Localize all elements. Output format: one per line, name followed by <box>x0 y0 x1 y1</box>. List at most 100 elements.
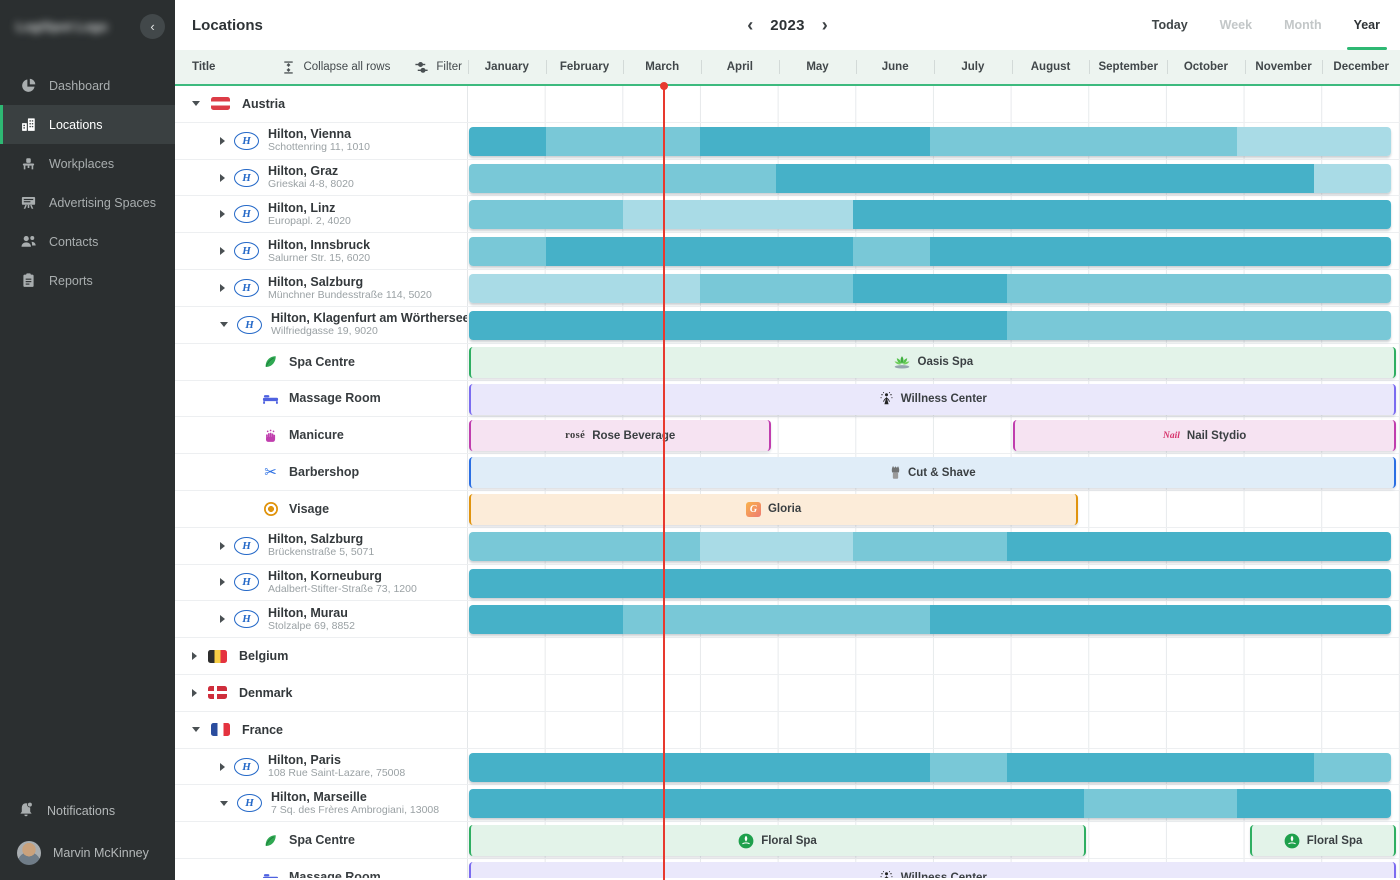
hotel-availability-bar[interactable] <box>469 127 1390 156</box>
expand-toggle-icon[interactable] <box>220 210 225 218</box>
flag-belgium-icon <box>208 650 227 663</box>
booking-bar-willness-center[interactable]: Willness Center <box>469 384 1396 415</box>
row-service-visage[interactable]: VisageGGloria <box>175 491 1400 528</box>
row-service-massage-room[interactable]: Massage RoomWillness Center <box>175 381 1400 418</box>
row-service-spa-centre[interactable]: Spa CentreOasis Spa <box>175 344 1400 381</box>
expand-toggle-icon[interactable] <box>220 615 225 623</box>
expand-toggle-icon[interactable] <box>220 174 225 182</box>
row-country-austria[interactable]: Austria <box>175 86 1400 123</box>
row-title-cell[interactable]: HHilton, InnsbruckSalurner Str. 15, 6020 <box>175 233 468 269</box>
user-menu[interactable]: Marvin McKinney <box>0 832 175 874</box>
row-country-france[interactable]: France <box>175 712 1400 749</box>
collapse-all-rows-button[interactable]: Collapse all rows <box>281 60 390 75</box>
filter-button[interactable]: Filter <box>414 60 462 75</box>
sidebar-item-advertising-spaces[interactable]: Advertising Spaces <box>0 183 175 222</box>
row-service-spa-centre[interactable]: Spa CentreFloral SpaFloral Spa <box>175 822 1400 859</box>
row-title-cell[interactable]: Belgium <box>175 638 468 674</box>
row-title-cell[interactable]: Austria <box>175 86 468 122</box>
sidebar-collapse-button[interactable]: ‹ <box>140 14 165 39</box>
row-title-cell[interactable]: Manicure <box>175 417 468 453</box>
hotel-availability-bar[interactable] <box>469 569 1390 598</box>
row-title-cell[interactable]: ✂Barbershop <box>175 454 468 490</box>
collapse-toggle-icon[interactable] <box>220 801 228 806</box>
row-title-cell[interactable]: Denmark <box>175 675 468 711</box>
row-title-cell[interactable]: HHilton, ViennaSchottenring 11, 1010 <box>175 123 468 159</box>
row-title-cell[interactable]: Massage Room <box>175 381 468 417</box>
hotel-availability-bar[interactable] <box>469 200 1390 229</box>
booking-bar-gloria[interactable]: GGloria <box>469 494 1077 525</box>
row-title-cell[interactable]: Spa Centre <box>175 344 468 380</box>
row-hotel-hilton-innsbruck[interactable]: HHilton, InnsbruckSalurner Str. 15, 6020 <box>175 233 1400 270</box>
row-country-belgium[interactable]: Belgium <box>175 638 1400 675</box>
sidebar-item-dashboard[interactable]: Dashboard <box>0 66 175 105</box>
row-title-cell[interactable]: France <box>175 712 468 748</box>
booking-bar-cut-shave[interactable]: Cut & Shave <box>469 457 1396 488</box>
expand-toggle-icon[interactable] <box>220 247 225 255</box>
expand-toggle-icon[interactable] <box>220 284 225 292</box>
hotel-availability-bar[interactable] <box>469 789 1390 818</box>
row-title-cell[interactable]: HHilton, Paris108 Rue Saint-Lazare, 7500… <box>175 749 468 785</box>
row-title-cell[interactable]: HHilton, Klagenfurt am WörtherseeWilfrie… <box>175 307 468 343</box>
hotel-availability-bar[interactable] <box>469 605 1390 634</box>
tab-today[interactable]: Today <box>1152 0 1188 50</box>
sidebar-item-reports[interactable]: Reports <box>0 261 175 300</box>
tab-month[interactable]: Month <box>1284 0 1321 50</box>
row-hotel-hilton-linz[interactable]: HHilton, LinzEuropapl. 2, 4020 <box>175 196 1400 233</box>
expand-toggle-icon[interactable] <box>192 689 197 697</box>
expand-toggle-icon[interactable] <box>220 763 225 771</box>
row-hotel-hilton-murau[interactable]: HHilton, MurauStolzalpe 69, 8852 <box>175 601 1400 638</box>
notifications-button[interactable]: Notifications <box>0 790 175 832</box>
row-title-cell[interactable]: HHilton, SalzburgBrückenstraße 5, 5071 <box>175 528 468 564</box>
hotel-availability-bar[interactable] <box>469 237 1390 266</box>
sidebar-item-contacts[interactable]: Contacts <box>0 222 175 261</box>
expand-toggle-icon[interactable] <box>220 542 225 550</box>
row-service-barbershop[interactable]: ✂BarbershopCut & Shave <box>175 454 1400 491</box>
row-title-cell[interactable]: HHilton, LinzEuropapl. 2, 4020 <box>175 196 468 232</box>
booking-bar-willness-center[interactable]: Willness Center <box>469 862 1396 878</box>
sidebar-item-workplaces[interactable]: Workplaces <box>0 144 175 183</box>
next-year-button[interactable]: › <box>820 16 830 34</box>
row-hotel-hilton-korneuburg[interactable]: HHilton, KorneuburgAdalbert-Stifter-Stra… <box>175 565 1400 602</box>
row-title-cell[interactable]: Massage Room <box>175 859 468 878</box>
hotel-availability-bar[interactable] <box>469 164 1390 193</box>
hilton-logo-icon: H <box>237 794 262 812</box>
row-hotel-hilton-salzburg[interactable]: HHilton, SalzburgMünchner Bundesstraße 1… <box>175 270 1400 307</box>
row-hotel-hilton-paris[interactable]: HHilton, Paris108 Rue Saint-Lazare, 7500… <box>175 749 1400 786</box>
row-hotel-hilton-marseille[interactable]: HHilton, Marseille7 Sq. des Frères Ambro… <box>175 785 1400 822</box>
row-service-massage-room[interactable]: Massage RoomWillness Center <box>175 859 1400 878</box>
booking-bar-oasis-spa[interactable]: Oasis Spa <box>469 347 1396 378</box>
collapse-toggle-icon[interactable] <box>220 322 228 327</box>
booking-bar-floral-spa[interactable]: Floral Spa <box>469 825 1085 856</box>
tab-year[interactable]: Year <box>1354 0 1380 50</box>
row-service-manicure[interactable]: ManicureroséRose Beverage NailNail Stydio <box>175 417 1400 454</box>
row-title-cell[interactable]: Visage <box>175 491 468 527</box>
collapse-toggle-icon[interactable] <box>192 101 200 106</box>
booking-bar-nail-stydio[interactable]: NailNail Stydio <box>1013 420 1396 451</box>
booking-bar-rose-beverage[interactable]: roséRose Beverage <box>469 420 771 451</box>
tab-week[interactable]: Week <box>1220 0 1252 50</box>
row-hotel-hilton-vienna[interactable]: HHilton, ViennaSchottenring 11, 1010 <box>175 123 1400 160</box>
collapse-toggle-icon[interactable] <box>192 727 200 732</box>
hotel-title: Hilton, GrazGrieskai 4-8, 8020 <box>268 164 354 191</box>
row-title-cell[interactable]: HHilton, Marseille7 Sq. des Frères Ambro… <box>175 785 468 821</box>
row-title-cell[interactable]: Spa Centre <box>175 822 468 858</box>
bar-segment-medium <box>1084 789 1238 818</box>
row-title-cell[interactable]: HHilton, KorneuburgAdalbert-Stifter-Stra… <box>175 565 468 601</box>
prev-year-button[interactable]: ‹ <box>745 16 755 34</box>
expand-toggle-icon[interactable] <box>220 578 225 586</box>
booking-bar-floral-spa[interactable]: Floral Spa <box>1250 825 1396 856</box>
hotel-availability-bar[interactable] <box>469 753 1390 782</box>
expand-toggle-icon[interactable] <box>192 652 197 660</box>
row-hotel-hilton-graz[interactable]: HHilton, GrazGrieskai 4-8, 8020 <box>175 160 1400 197</box>
sidebar-item-locations[interactable]: Locations <box>0 105 175 144</box>
row-title-cell[interactable]: HHilton, MurauStolzalpe 69, 8852 <box>175 601 468 637</box>
row-title-cell[interactable]: HHilton, GrazGrieskai 4-8, 8020 <box>175 160 468 196</box>
row-title-cell[interactable]: HHilton, SalzburgMünchner Bundesstraße 1… <box>175 270 468 306</box>
hotel-availability-bar[interactable] <box>469 532 1390 561</box>
hotel-availability-bar[interactable] <box>469 311 1390 340</box>
row-hotel-hilton-salzburg[interactable]: HHilton, SalzburgBrückenstraße 5, 5071 <box>175 528 1400 565</box>
row-country-denmark[interactable]: Denmark <box>175 675 1400 712</box>
expand-toggle-icon[interactable] <box>220 137 225 145</box>
hotel-availability-bar[interactable] <box>469 274 1390 303</box>
row-hotel-hilton-klagenfurt-am-w-rthersee[interactable]: HHilton, Klagenfurt am WörtherseeWilfrie… <box>175 307 1400 344</box>
